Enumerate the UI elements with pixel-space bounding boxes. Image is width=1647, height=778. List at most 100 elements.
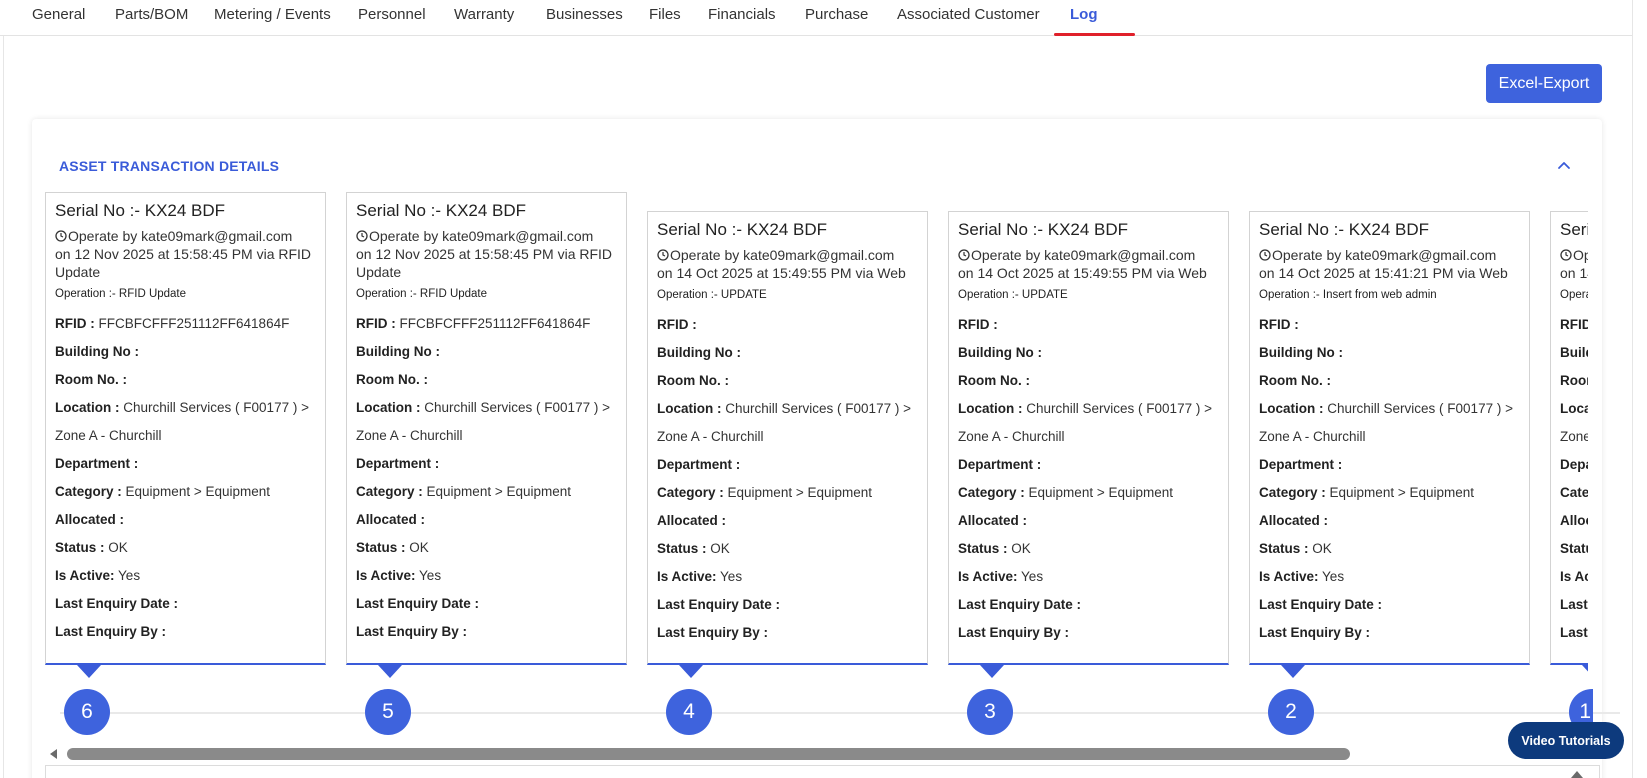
- field-value: Zone A - Churchill: [356, 428, 463, 443]
- field-allocated: Allocated :: [356, 506, 616, 534]
- next-section-panel: [45, 765, 1600, 778]
- field-value: Equipment > Equipment: [125, 484, 270, 499]
- horizontal-scrollbar[interactable]: [50, 747, 1582, 761]
- field-rfid: RFID : FFCBFCFFF251112FF641864F: [55, 310, 315, 338]
- field-label: Category :: [55, 484, 122, 499]
- transaction-card: Serial No :- KX24 BDF Operate by kate09ma…: [647, 211, 928, 678]
- card-pointer: [1281, 665, 1305, 678]
- scroll-left-arrow-icon[interactable]: [50, 749, 57, 759]
- field-is-active: Is Active: Yes: [958, 563, 1218, 591]
- clock-icon: [657, 249, 669, 261]
- field-location-cont: Zone A - Churchill: [1259, 423, 1519, 451]
- card-pointer: [378, 665, 402, 678]
- operated-by-text: Operate by kate09mark@gmail.com on 12 Nov…: [55, 227, 315, 281]
- field-status: Status :: [1560, 535, 1588, 563]
- field-is-active: Is Active: Yes: [657, 563, 917, 591]
- transaction-card: Serial No :- KX24 BDF Operate by kate09ma…: [1249, 211, 1530, 678]
- field-rfid: RFID :: [657, 311, 917, 339]
- tab-bar: General Parts/BOM Metering / Events Pers…: [0, 0, 1632, 36]
- transaction-card: Serial No :- KX24 BDF Operate by kate09ma…: [948, 211, 1229, 678]
- field-location: Location : Churchill Services ( F00177 )…: [657, 395, 917, 423]
- tab-files[interactable]: Files: [649, 6, 681, 23]
- field-is-active: Is Active:: [1560, 563, 1588, 591]
- field-label: Room No. :: [1560, 373, 1588, 388]
- serial-number: Serial No :- KX24 BDF: [1560, 220, 1588, 239]
- field-label: Location :: [958, 401, 1023, 416]
- timeline-node[interactable]: 3: [967, 689, 1013, 735]
- tab-warranty[interactable]: Warranty: [454, 6, 514, 23]
- field-label: Room No. :: [1259, 373, 1331, 388]
- field-last-enquiry-date: Last Enquiry Date :: [356, 590, 616, 618]
- field-label: Category :: [1259, 485, 1326, 500]
- field-rfid: RFID :: [958, 311, 1218, 339]
- field-value: Equipment > Equipment: [426, 484, 571, 499]
- timeline-node[interactable]: 4: [666, 689, 712, 735]
- field-is-active: Is Active: Yes: [356, 562, 616, 590]
- operated-by-line1: Operate by kate09mark@gmail.com: [670, 247, 895, 263]
- field-label: Status :: [1259, 541, 1309, 556]
- field-label: Department :: [356, 456, 440, 471]
- tab-parts-bom[interactable]: Parts/BOM: [115, 6, 188, 23]
- field-category: Category : Equipment > Equipment: [657, 479, 917, 507]
- chevron-up-icon[interactable]: [1553, 154, 1575, 176]
- tab-businesses[interactable]: Businesses: [546, 6, 623, 23]
- field-label: Is Active:: [1259, 569, 1319, 584]
- field-label: Last Enquiry By :: [1560, 625, 1588, 640]
- timeline-line: [60, 712, 1620, 714]
- serial-number: Serial No :- KX24 BDF: [958, 220, 1129, 239]
- clock-icon: [1560, 249, 1572, 261]
- field-location-cont: Zone A - Churchill: [356, 422, 616, 450]
- tab-financials[interactable]: Financials: [708, 6, 776, 23]
- field-label: Location :: [55, 400, 120, 415]
- field-building: Building No :: [657, 339, 917, 367]
- serial-number: Serial No :- KX24 BDF: [55, 201, 226, 220]
- operated-by-line1: Operate by kate09mark@gmail.com: [369, 228, 594, 244]
- video-tutorials-button[interactable]: Video Tutorials: [1508, 722, 1624, 759]
- field-building: Building No :: [1560, 339, 1588, 367]
- scrollbar-thumb[interactable]: [67, 748, 1350, 760]
- field-value: OK: [1011, 541, 1031, 556]
- field-location-cont: Zone A - Churchill: [1560, 423, 1588, 451]
- tab-metering-events[interactable]: Metering / Events: [214, 6, 331, 23]
- operated-by-line1: Operate by kate09mark@gmail.com: [1573, 247, 1588, 263]
- field-label: Building No :: [1259, 345, 1343, 360]
- timeline-node[interactable]: 2: [1268, 689, 1314, 735]
- timeline-node[interactable]: 6: [64, 689, 110, 735]
- operated-by-line2: on 14: [1560, 265, 1588, 281]
- caret-up-icon[interactable]: [1571, 771, 1583, 778]
- operated-by-line2: on 14 Oct 2025 at 15:49:55 PM via Web: [958, 265, 1207, 281]
- field-location-cont: Zone A - Churchill: [657, 423, 917, 451]
- tab-general[interactable]: General: [32, 6, 85, 23]
- tab-personnel[interactable]: Personnel: [358, 6, 426, 23]
- field-department: Department :: [1560, 451, 1588, 479]
- field-room: Room No. :: [1560, 367, 1588, 395]
- field-department: Department :: [55, 450, 315, 478]
- field-location-cont: Zone A - Churchill: [55, 422, 315, 450]
- excel-export-button[interactable]: Excel-Export: [1486, 64, 1602, 103]
- tab-purchase[interactable]: Purchase: [805, 6, 868, 23]
- field-label: Last Enquiry Date :: [1560, 597, 1588, 612]
- tab-associated-customer[interactable]: Associated Customer: [897, 6, 1040, 23]
- field-last-enquiry-date: Last Enquiry Date :: [55, 590, 315, 618]
- clock-icon: [1259, 249, 1271, 261]
- field-room: Room No. :: [1259, 367, 1519, 395]
- clock-icon: [356, 230, 368, 242]
- operation-text: Operation :- Insert from web admin: [1259, 289, 1437, 301]
- timeline-node[interactable]: 5: [365, 689, 411, 735]
- clock-icon: [55, 230, 67, 242]
- field-label: Allocated :: [356, 512, 426, 527]
- field-last-enquiry-by: Last Enquiry By :: [1259, 619, 1519, 647]
- field-last-enquiry-date: Last Enquiry Date :: [657, 591, 917, 619]
- field-label: Last Enquiry Date :: [1259, 597, 1383, 612]
- field-label: Category :: [657, 485, 724, 500]
- card-pointer: [1582, 665, 1588, 678]
- field-value: Churchill Services ( F00177 ) >: [1327, 401, 1513, 416]
- field-label: Category :: [1560, 485, 1588, 500]
- tab-log[interactable]: Log: [1070, 6, 1098, 23]
- transaction-timeline-viewport[interactable]: Serial No :- KX24 BDF Operate by kate09ma…: [45, 181, 1588, 741]
- field-status: Status : OK: [55, 534, 315, 562]
- field-room: Room No. :: [657, 367, 917, 395]
- field-allocated: Allocated :: [55, 506, 315, 534]
- field-location: Location : Churchill Services ( F00177 )…: [958, 395, 1218, 423]
- field-value: Yes: [118, 568, 141, 583]
